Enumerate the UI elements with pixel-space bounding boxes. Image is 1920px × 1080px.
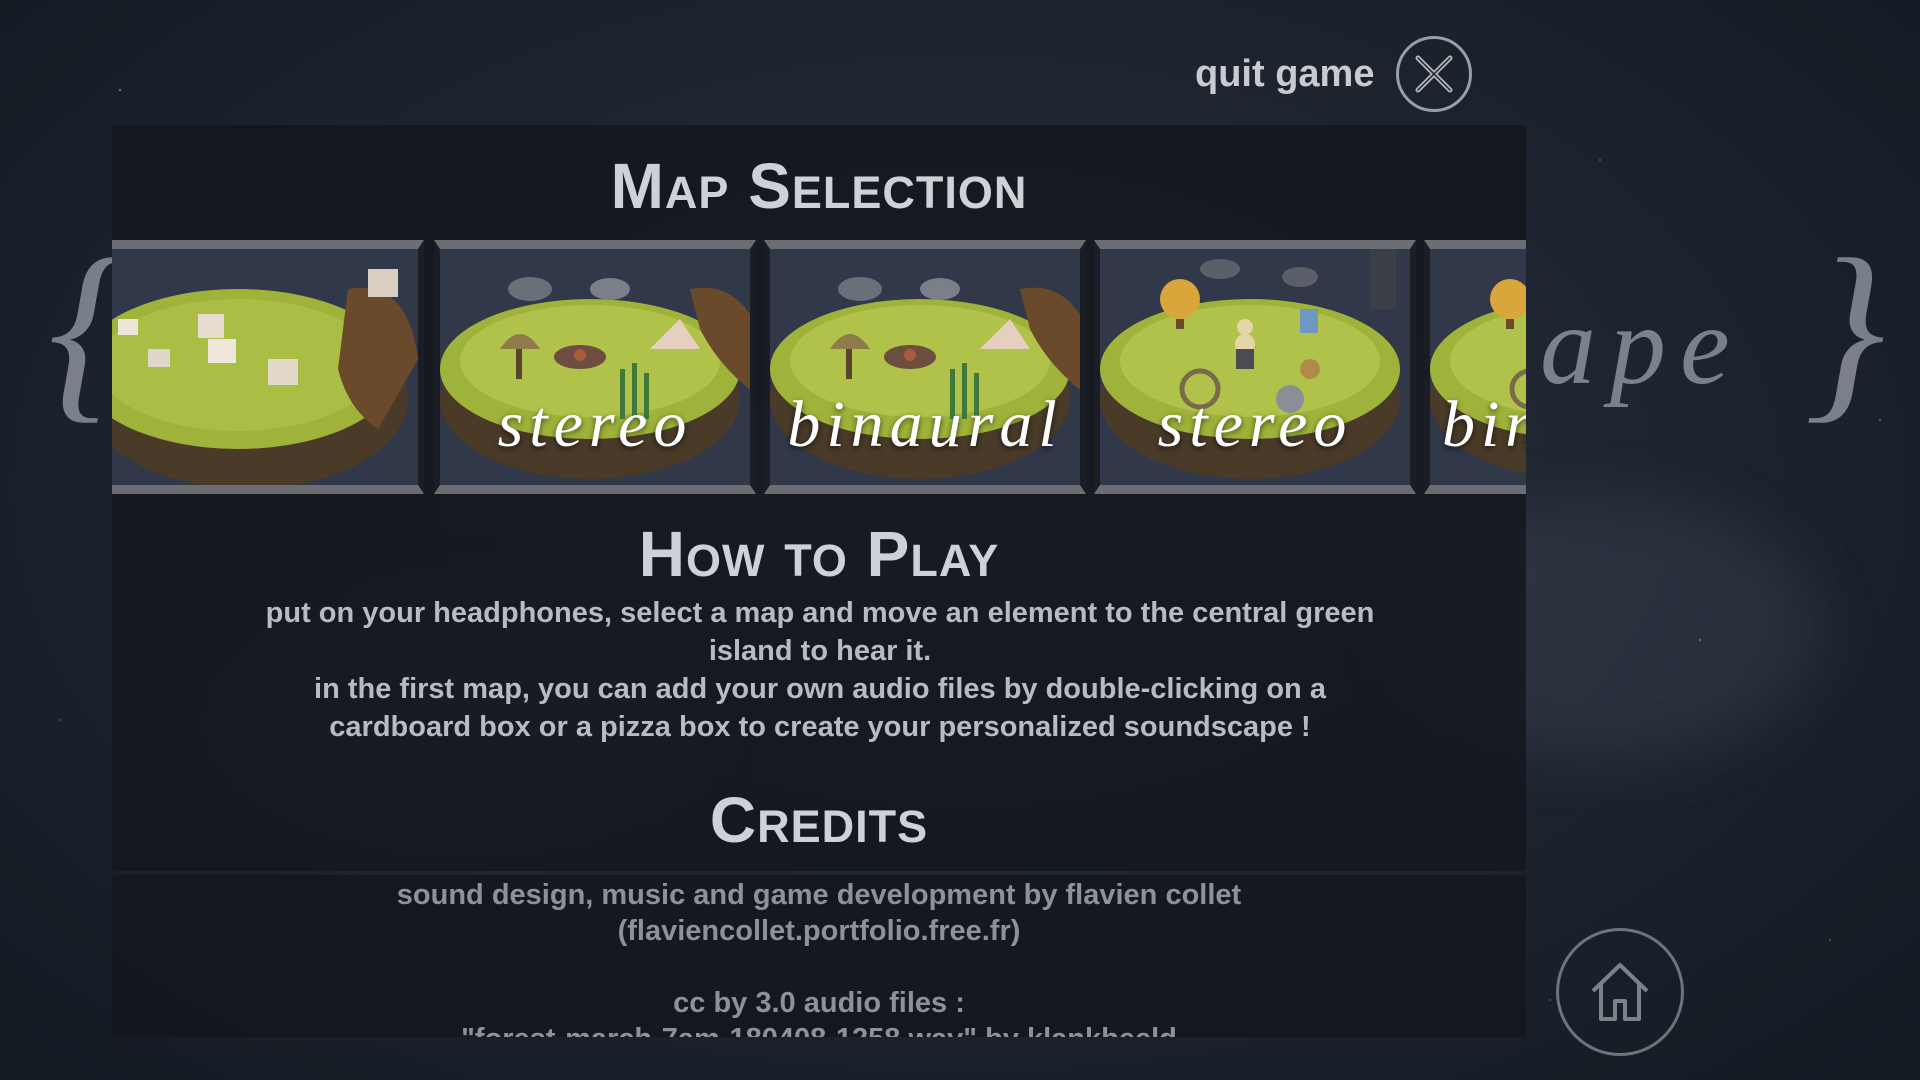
map-card-boxes[interactable] <box>112 240 424 494</box>
map-card-label: stereo <box>1157 388 1353 461</box>
map-card-stereo-2[interactable]: stereo <box>1094 240 1416 494</box>
home-button[interactable] <box>1556 928 1684 1056</box>
map-carousel[interactable]: stereo binaural stereo bi <box>112 240 1526 494</box>
credits-line: cc by 3.0 audio files : <box>673 987 965 1019</box>
home-icon <box>1591 963 1649 1021</box>
map-card-label: stereo <box>497 388 693 461</box>
quit-game-control[interactable]: quit game <box>1195 36 1473 112</box>
map-thumbnail-boxes <box>112 269 418 485</box>
instruction-line: in the first map, you can add your own a… <box>314 673 1326 705</box>
quit-game-label[interactable]: quit game <box>1195 53 1374 96</box>
credits-line: (flaviencollet.portfolio.free.fr) <box>617 915 1021 947</box>
credits-line: "forest-march-7am-180408-1258.wav" by kl… <box>112 1021 1526 1037</box>
background-title-brace-right: } <box>1805 219 1885 440</box>
close-icon <box>1415 55 1453 93</box>
map-selection-title: Map Selection <box>610 150 1028 222</box>
quit-game-button[interactable] <box>1396 36 1473 112</box>
map-card-stereo-1[interactable]: stereo <box>434 240 756 494</box>
credits-line: sound design, music and game development… <box>396 879 1242 911</box>
background-title-fragment: ape <box>1540 284 1744 408</box>
credits-text: sound design, music and game development… <box>112 877 1526 1037</box>
how-to-play-text: put on your headphones, select a map and… <box>180 594 1460 746</box>
credits-title: Credits <box>709 784 929 856</box>
how-to-play-title: How to Play <box>638 518 1000 590</box>
menu-panel: Map Selection How to Play Credits <box>112 125 1526 871</box>
instruction-line: island to hear it. <box>708 635 932 667</box>
credits-line <box>112 949 1526 985</box>
instruction-line: cardboard box or a pizza box to create y… <box>329 711 1311 743</box>
credits-panel: sound design, music and game development… <box>112 875 1526 1037</box>
map-card-label: binau <box>1442 388 1526 461</box>
map-card-label: binaural <box>787 388 1063 461</box>
map-card-binaural-2[interactable]: binau <box>1424 240 1526 494</box>
map-card-binaural-1[interactable]: binaural <box>764 240 1086 494</box>
instruction-line: put on your headphones, select a map and… <box>265 597 1375 629</box>
